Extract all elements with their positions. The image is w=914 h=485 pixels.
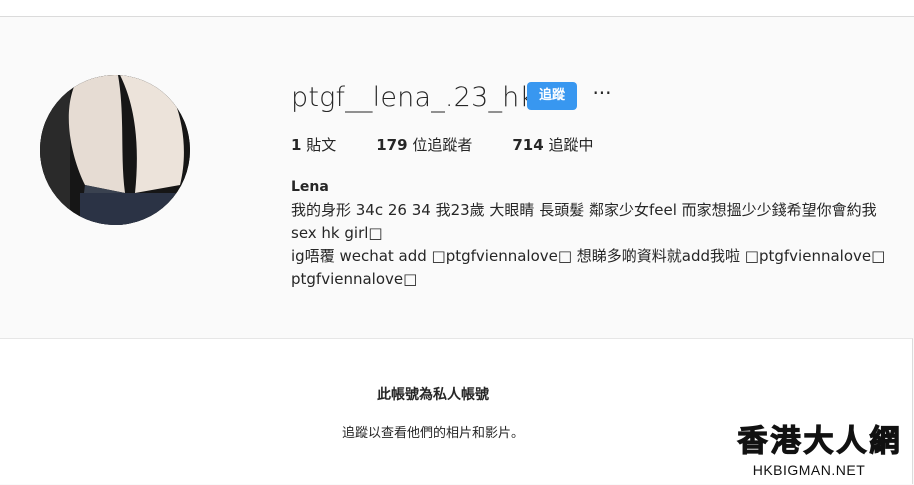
followers-label: 位追蹤者 [412,136,473,154]
following-label: 追蹤中 [548,136,594,154]
avatar-photo [40,75,190,225]
bio-line: ptgfviennalove□ [291,270,418,288]
more-options-icon[interactable]: ··· [590,83,614,107]
profile-bio: Lena 我的身形 34c 26 34 我23歲 大眼睛 長頭髮 鄰家少女fee… [291,177,906,291]
posts-label: 貼文 [306,136,337,154]
top-bar [0,0,914,17]
profile-username: ptgf__lena_.23_hk [291,82,536,113]
site-watermark: 香港大人網 HKBIGMAN.NET [730,422,910,478]
bio-line: sex hk girl□ [291,224,383,242]
stat-following[interactable]: 714 追蹤中 [512,136,593,154]
followers-count: 179 [376,136,408,154]
bio-name: Lena [291,179,329,195]
watermark-domain: HKBIGMAN.NET [752,462,866,478]
profile-avatar[interactable] [40,75,190,225]
bio-line: 我的身形 34c 26 34 我23歲 大眼睛 長頭髮 鄰家少女feel 而家想… [291,201,877,219]
bio-line: ig唔覆 wechat add □ptgfviennalove□ 想睇多啲資料就… [291,247,886,265]
stat-followers[interactable]: 179 位追蹤者 [376,136,472,154]
follow-button[interactable]: 追蹤 [527,82,577,110]
private-account-title: 此帳號為私人帳號 [377,387,489,403]
posts-count: 1 [291,136,302,154]
following-count: 714 [512,136,544,154]
profile-stats: 1 貼文 179 位追蹤者 714 追蹤中 [291,136,593,154]
watermark-chinese: 香港大人網 [737,423,903,459]
stat-posts: 1 貼文 [291,136,336,154]
